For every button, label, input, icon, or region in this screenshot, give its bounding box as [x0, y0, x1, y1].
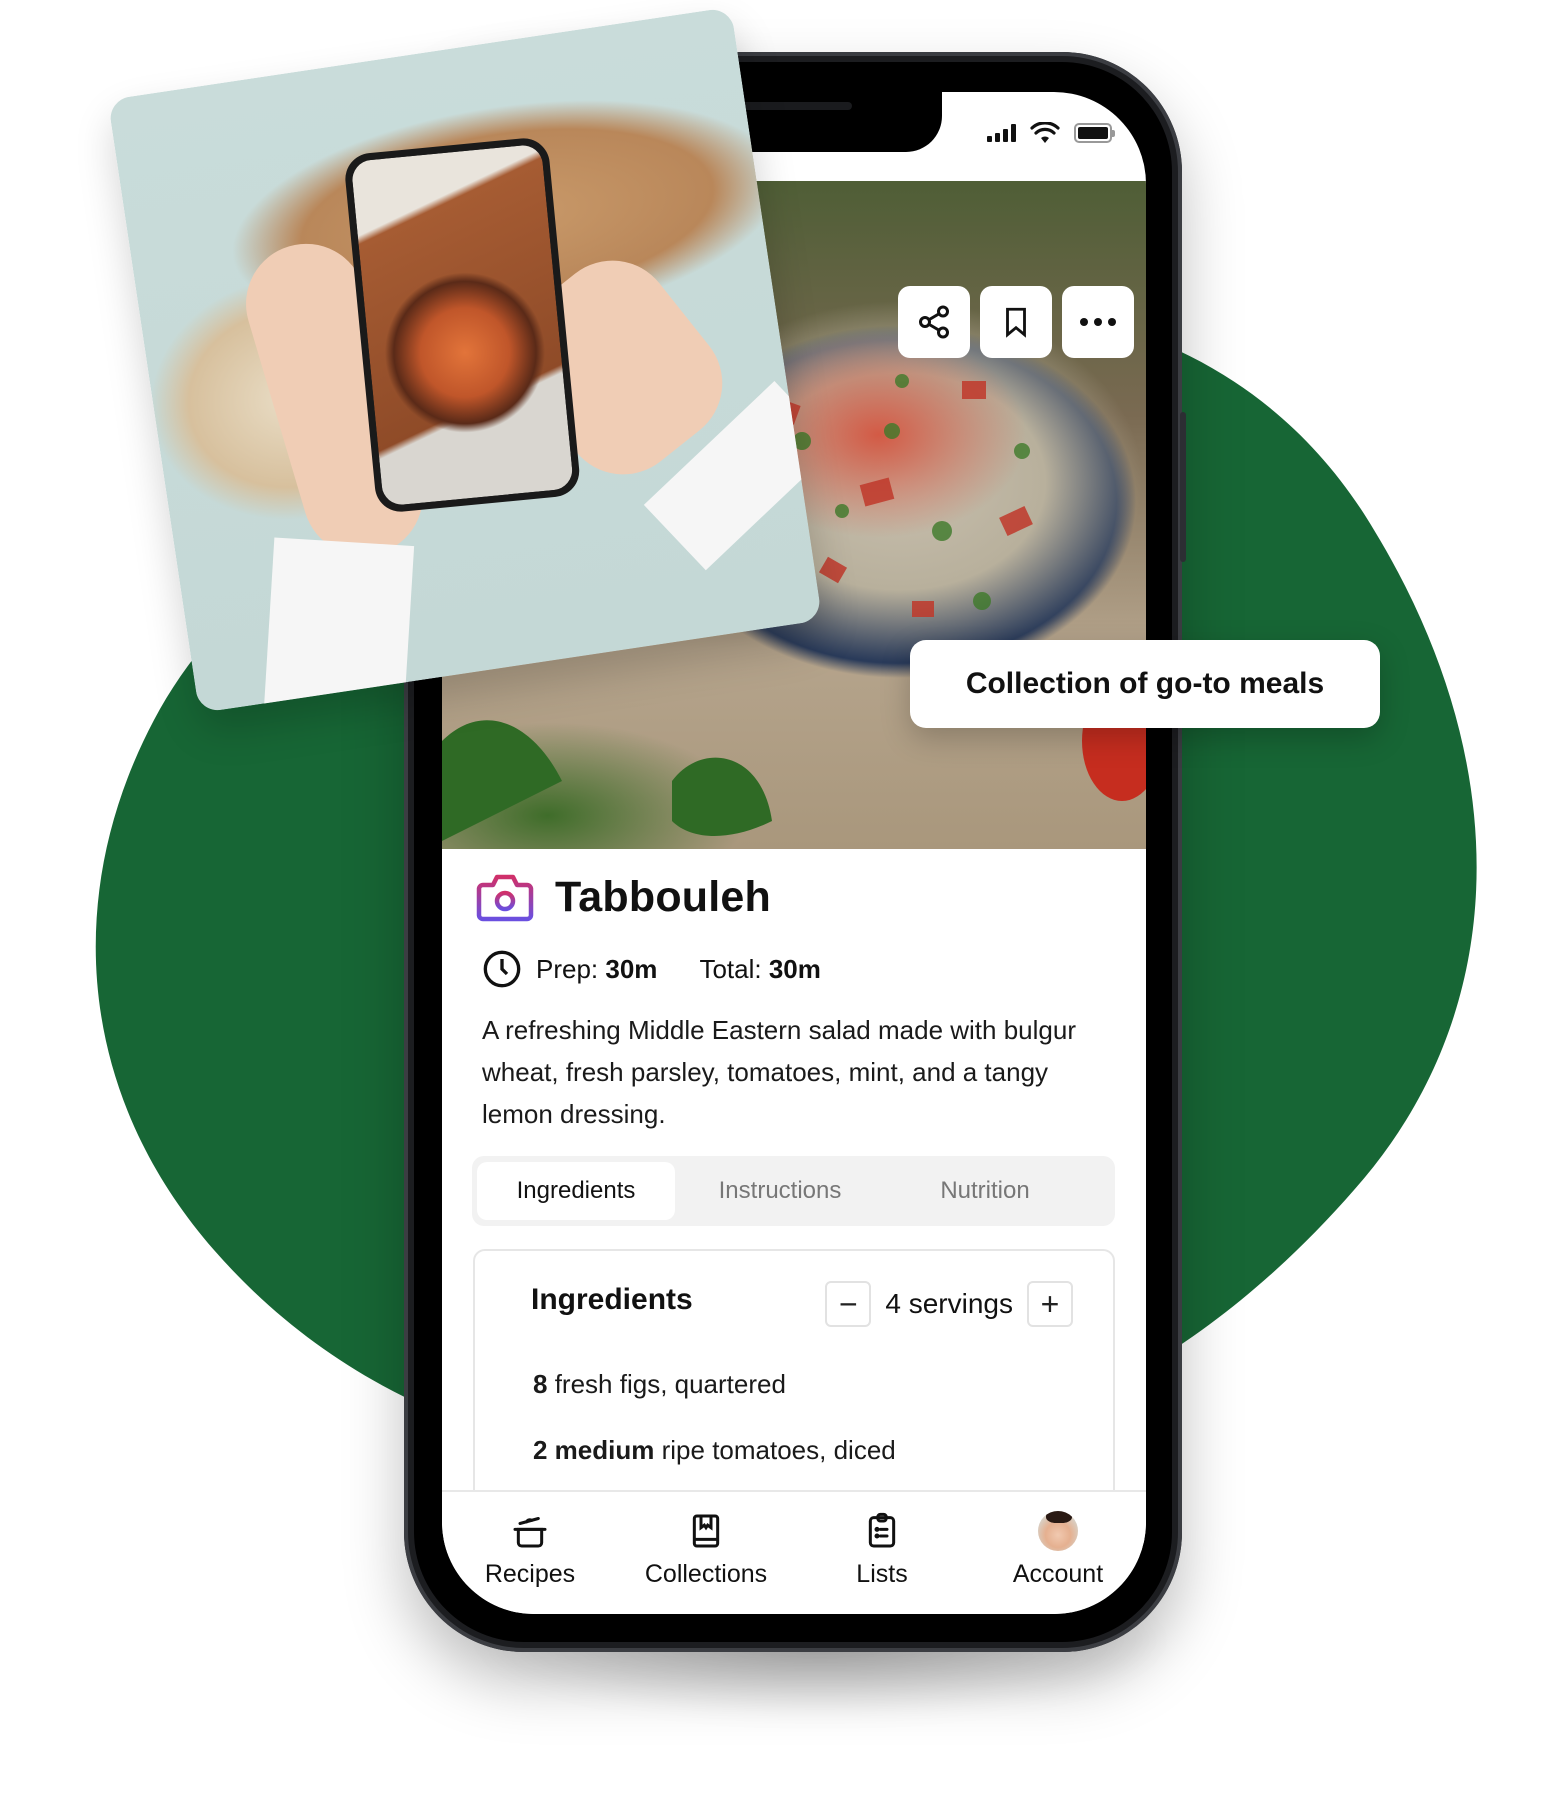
- prep-value: 30m: [605, 953, 658, 984]
- tab-account[interactable]: Account: [970, 1492, 1146, 1614]
- camera-icon: [476, 874, 534, 922]
- book-icon: [692, 1514, 720, 1548]
- feature-callout: Collection of go-to meals: [910, 640, 1380, 728]
- recipe-tabs: Ingredients Instructions Nutrition: [472, 1156, 1115, 1226]
- tab-collections-label: Collections: [644, 1560, 768, 1588]
- bookmark-icon: [1006, 307, 1026, 338]
- tab-instructions[interactable]: Instructions: [675, 1162, 885, 1220]
- tab-recipes[interactable]: Recipes: [442, 1492, 618, 1614]
- recipe-description: A refreshing Middle Eastern salad made w…: [482, 1015, 1076, 1129]
- clock-icon: [483, 950, 521, 988]
- pot-icon: [513, 1517, 547, 1548]
- recipe-title: Tabbouleh: [555, 872, 771, 921]
- total-value: 30m: [768, 953, 821, 984]
- battery-icon: [1074, 123, 1115, 143]
- tab-lists[interactable]: Lists: [794, 1492, 970, 1614]
- cellular-signal-icon: [987, 124, 1016, 142]
- phone-in-photo: [343, 136, 582, 515]
- tab-account-label: Account: [1012, 1560, 1104, 1588]
- ingredient-item: 8 fresh figs, quartered: [533, 1369, 786, 1399]
- avatar: [1038, 1511, 1078, 1551]
- total-label: Total:: [699, 953, 762, 984]
- ingredient-item: 2 medium ripe tomatoes, diced: [533, 1435, 896, 1465]
- decrement-servings-button[interactable]: −: [825, 1281, 872, 1327]
- time-info: Prep: 30m Total: 30m: [482, 949, 821, 989]
- servings-value: 4 servings: [885, 1288, 1013, 1319]
- share-button[interactable]: [898, 286, 970, 358]
- hero-actions: [898, 286, 1134, 358]
- wifi-icon: [1030, 122, 1060, 143]
- servings-stepper: − 4 servings +: [825, 1281, 1073, 1327]
- bookmark-button[interactable]: [980, 286, 1052, 358]
- clipboard-icon: [868, 1512, 896, 1548]
- tab-nutrition[interactable]: Nutrition: [885, 1162, 1085, 1220]
- more-button[interactable]: [1062, 286, 1134, 358]
- photo-card: [107, 6, 823, 714]
- tab-lists-label: Lists: [856, 1560, 908, 1588]
- prep-label: Prep:: [536, 953, 599, 984]
- bottom-tab-bar: Recipes Collections Lists Account: [442, 1490, 1146, 1614]
- status-bar: [987, 122, 1115, 144]
- share-icon: [919, 305, 949, 339]
- tab-collections[interactable]: Collections: [618, 1492, 794, 1614]
- more-icon: [1080, 318, 1116, 326]
- tab-recipes-label: Recipes: [484, 1560, 576, 1588]
- tab-ingredients[interactable]: Ingredients: [477, 1162, 675, 1220]
- ingredients-heading: Ingredients: [531, 1283, 693, 1316]
- increment-servings-button[interactable]: +: [1027, 1281, 1073, 1327]
